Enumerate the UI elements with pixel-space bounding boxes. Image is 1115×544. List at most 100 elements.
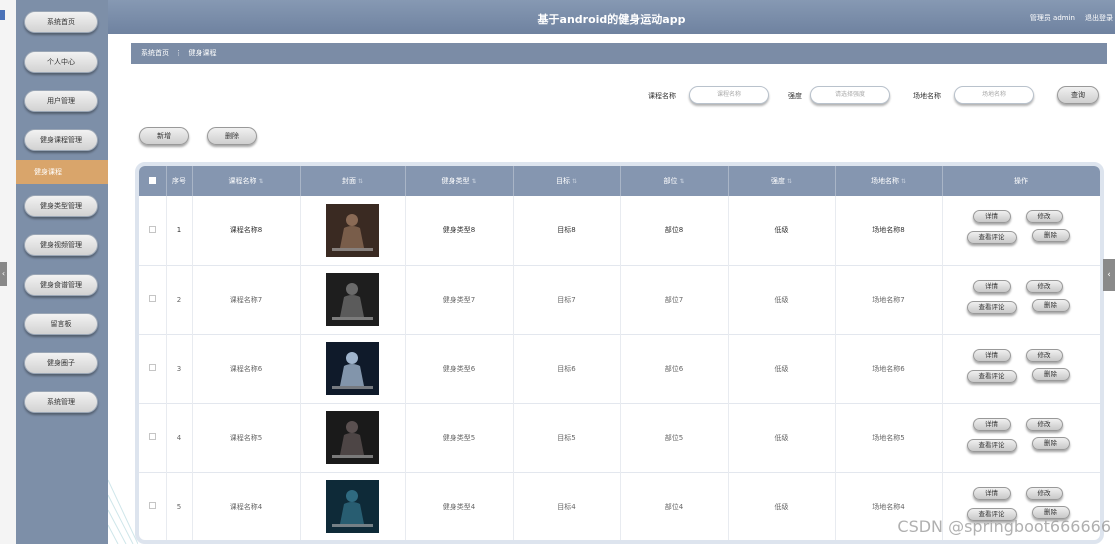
header-type[interactable]: 健身类型 ⇅ — [405, 166, 514, 196]
table-header-row: 序号 课程名称 ⇅ 封面 ⇅ 健身类型 ⇅ 目标 ⇅ 部位 ⇅ 强度 ⇅ 场地名称 ⇅ 操作 — [139, 166, 1100, 196]
row-select-cell[interactable] — [139, 403, 167, 472]
top-header: 基于android的健身运动app 管理员 admin 退出登录 — [108, 0, 1115, 34]
row-goal: 目标8 — [513, 196, 621, 265]
intensity-select[interactable]: 请选择强度 — [810, 86, 890, 104]
intensity-label: 强度 — [788, 92, 802, 100]
cover-image — [326, 203, 379, 257]
row-index: 4 — [166, 403, 193, 472]
right-scroll-arrow-icon[interactable]: ‹ — [1103, 259, 1115, 291]
sidebar-item-courses[interactable]: 健身课程 — [16, 160, 108, 184]
row-checkbox[interactable] — [148, 295, 156, 302]
outer-left-strip: ‹ — [0, 0, 16, 544]
delete-button[interactable]: 删除 — [207, 127, 257, 145]
row-checkbox[interactable] — [148, 502, 156, 509]
sidebar-item-video-management[interactable]: 健身视频管理 — [24, 234, 98, 256]
sidebar-item-type-management[interactable]: 健身类型管理 — [24, 195, 98, 217]
sort-icon[interactable]: ⇅ — [258, 178, 263, 185]
sidebar-item-course-management[interactable]: 健身课程管理 — [24, 129, 98, 151]
detail-button[interactable]: 详情 — [972, 417, 1011, 431]
row-select-cell[interactable] — [139, 334, 167, 403]
row-select-cell[interactable] — [139, 472, 167, 540]
row-delete-button[interactable]: 删除 — [1031, 367, 1070, 381]
detail-button[interactable]: 详情 — [972, 210, 1011, 224]
left-collapse-arrow-icon[interactable]: ‹ — [0, 262, 7, 286]
breadcrumb-separator: ⋮ — [175, 49, 183, 57]
view-comments-button[interactable]: 查看评论 — [966, 300, 1017, 314]
sidebar-item-fitness-circle[interactable]: 健身圈子 — [24, 352, 98, 374]
detail-button[interactable]: 详情 — [972, 486, 1011, 500]
header-intensity[interactable]: 强度 ⇅ — [728, 166, 836, 196]
sidebar-item-system-management[interactable]: 系统管理 — [24, 391, 98, 413]
breadcrumb: 系统首页 ⋮ 健身课程 — [131, 43, 1107, 64]
row-part: 部位8 — [620, 196, 729, 265]
row-type: 健身类型6 — [405, 334, 514, 403]
header-venue[interactable]: 场地名称 ⇅ — [835, 166, 943, 196]
row-goal: 目标6 — [513, 334, 621, 403]
sidebar-item-message-board[interactable]: 留言板 — [24, 313, 98, 335]
edit-button[interactable]: 修改 — [1025, 210, 1063, 224]
header-cover[interactable]: 封面 ⇅ — [300, 166, 406, 196]
row-course-name: 课程名称5 — [192, 403, 301, 472]
app-mini-icon — [0, 10, 5, 20]
row-checkbox[interactable] — [148, 225, 156, 233]
row-intensity: 低级 — [728, 265, 836, 334]
sort-icon[interactable]: ⇅ — [358, 178, 363, 185]
app-title: 基于android的健身运动app — [537, 13, 686, 26]
header-course-name[interactable]: 课程名称 ⇅ — [192, 166, 301, 196]
header-index: 序号 — [166, 166, 193, 196]
sort-icon[interactable]: ⇅ — [787, 178, 792, 185]
row-select-cell[interactable] — [139, 265, 167, 334]
edit-button[interactable]: 修改 — [1025, 279, 1063, 293]
header-goal-label: 目标 — [555, 177, 570, 185]
row-venue: 场地名称6 — [835, 334, 943, 403]
header-venue-label: 场地名称 — [870, 177, 899, 185]
row-index: 3 — [166, 334, 193, 403]
sort-icon[interactable]: ⇅ — [679, 178, 684, 185]
admin-label: 管理员 admin — [1029, 14, 1075, 22]
course-name-input[interactable]: 课程名称 — [689, 86, 769, 104]
sort-icon[interactable]: ⇅ — [572, 178, 577, 185]
row-intensity: 低级 — [728, 334, 836, 403]
logout-link[interactable]: 退出登录 — [1085, 13, 1113, 23]
header-select-all[interactable] — [139, 166, 167, 196]
row-type: 健身类型4 — [405, 472, 514, 540]
edit-button[interactable]: 修改 — [1025, 486, 1063, 500]
venue-name-input[interactable]: 场地名称 — [954, 86, 1034, 104]
row-select-cell[interactable] — [139, 196, 167, 265]
row-delete-button[interactable]: 删除 — [1031, 436, 1070, 450]
view-comments-button[interactable]: 查看评论 — [966, 369, 1017, 383]
detail-button[interactable]: 详情 — [972, 279, 1011, 293]
header-part[interactable]: 部位 ⇅ — [620, 166, 729, 196]
sort-icon[interactable]: ⇅ — [901, 178, 906, 185]
breadcrumb-current: 健身课程 — [188, 49, 217, 57]
add-button[interactable]: 新增 — [139, 127, 189, 145]
row-checkbox[interactable] — [148, 433, 156, 440]
course-name-label: 课程名称 — [648, 92, 676, 100]
breadcrumb-home[interactable]: 系统首页 — [141, 49, 169, 57]
row-delete-button[interactable]: 删除 — [1031, 229, 1070, 243]
sidebar: 系统首页 个人中心 用户管理 健身课程管理 健身课程 健身类型管理 健身视频管理… — [16, 0, 108, 544]
query-button[interactable]: 查询 — [1057, 86, 1099, 104]
edit-button[interactable]: 修改 — [1025, 348, 1063, 362]
detail-button[interactable]: 详情 — [972, 348, 1011, 362]
sort-icon[interactable]: ⇅ — [471, 178, 476, 185]
view-comments-button[interactable]: 查看评论 — [966, 231, 1017, 245]
course-table: 序号 课程名称 ⇅ 封面 ⇅ 健身类型 ⇅ 目标 ⇅ 部位 ⇅ 强度 ⇅ 场地名称 ⇅ 操作 … — [139, 166, 1100, 540]
row-checkbox[interactable] — [148, 364, 156, 371]
select-all-checkbox[interactable] — [148, 176, 156, 184]
sidebar-item-home[interactable]: 系统首页 — [24, 11, 98, 33]
sidebar-item-personal-center[interactable]: 个人中心 — [24, 51, 98, 73]
table-row: 1 课程名称8 健身类型8 目标8 部位8 低级 场地名称8 详情 修改 查看评论 删除 — [139, 196, 1100, 265]
header-part-label: 部位 — [663, 177, 678, 185]
header-goal[interactable]: 目标 ⇅ — [513, 166, 621, 196]
edit-button[interactable]: 修改 — [1025, 417, 1063, 431]
row-delete-button[interactable]: 删除 — [1031, 298, 1070, 312]
view-comments-button[interactable]: 查看评论 — [966, 438, 1017, 452]
row-course-name: 课程名称8 — [192, 196, 301, 265]
row-part: 部位4 — [620, 472, 729, 540]
row-goal: 目标5 — [513, 403, 621, 472]
row-actions-cell: 详情 修改 查看评论 删除 — [942, 265, 1100, 334]
sidebar-item-recipe-management[interactable]: 健身食谱管理 — [24, 274, 98, 296]
row-venue: 场地名称5 — [835, 403, 943, 472]
sidebar-item-user-management[interactable]: 用户管理 — [24, 90, 98, 112]
